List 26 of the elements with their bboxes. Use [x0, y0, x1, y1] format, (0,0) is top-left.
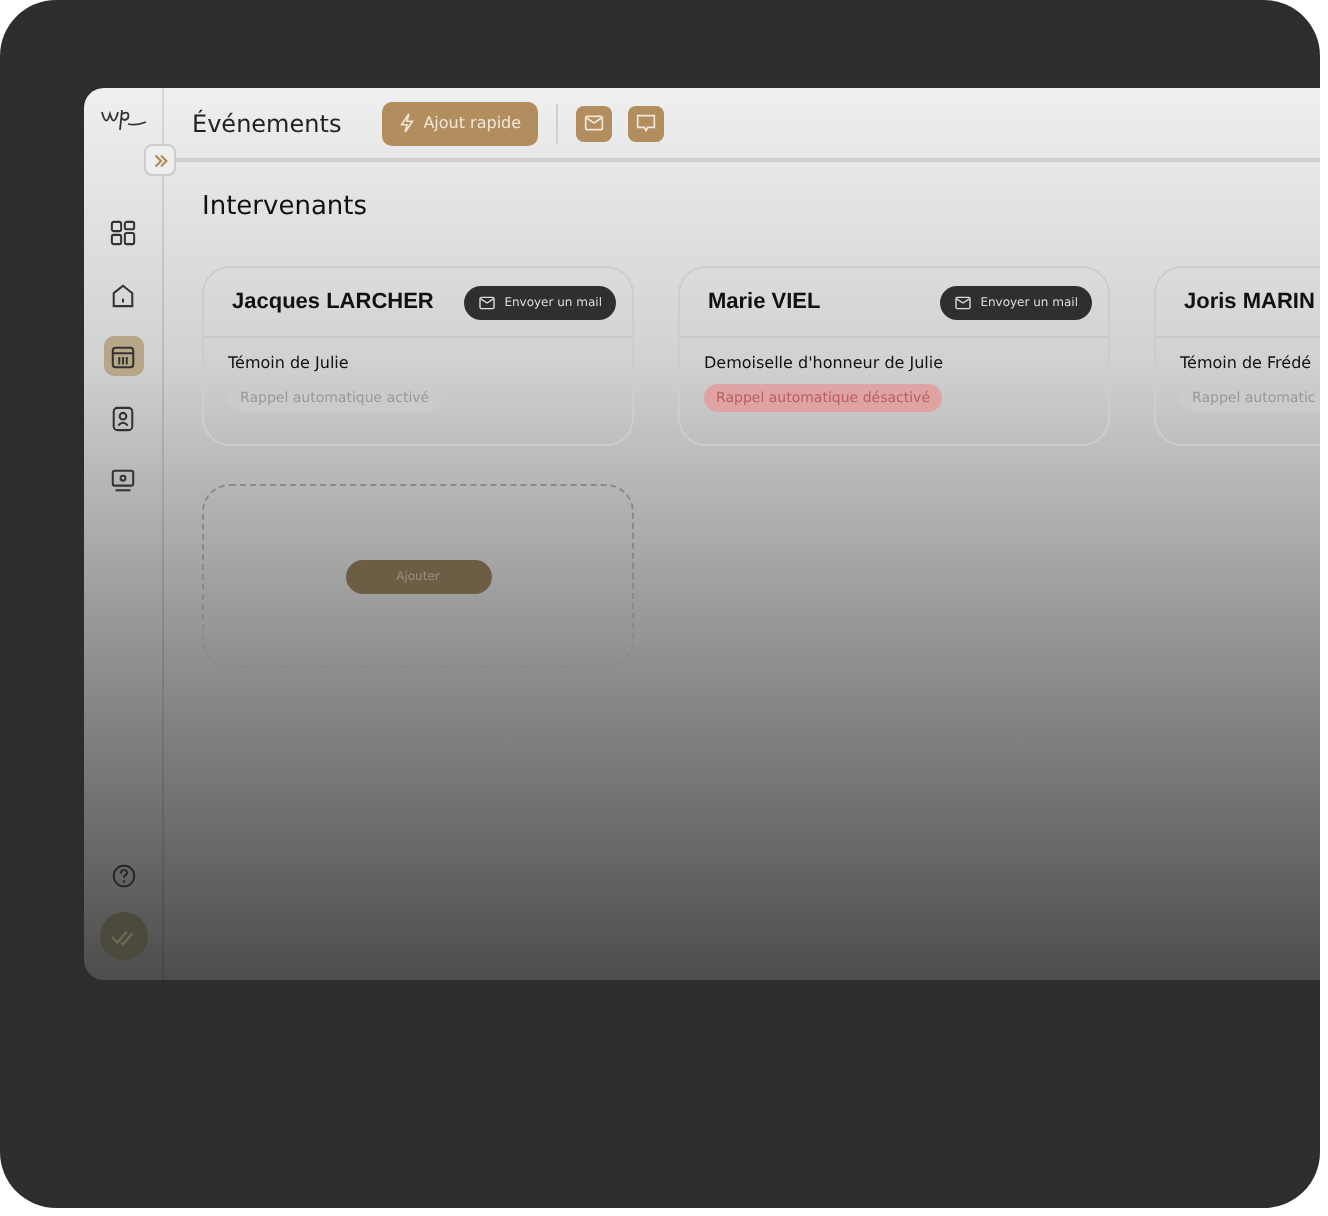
contact-icon: [110, 405, 136, 431]
chat-icon: [635, 113, 656, 133]
speaker-role: Témoin de Frédé: [1180, 354, 1312, 372]
help-icon[interactable]: [111, 864, 135, 888]
speaker-name: Joris MARIN: [1184, 290, 1315, 314]
chat-button[interactable]: [627, 105, 664, 141]
logo-icon: [99, 104, 147, 132]
expand-button[interactable]: [144, 144, 176, 176]
mail-button[interactable]: [575, 105, 612, 141]
nav-calendar-button[interactable]: [103, 336, 143, 376]
speaker-role: Témoin de Julie: [228, 354, 349, 372]
speaker-name: Marie VIEL: [708, 290, 821, 314]
home-icon: [110, 281, 136, 307]
calendar-icon: [110, 343, 136, 369]
section-title: Intervenants: [202, 192, 370, 222]
mail-icon: [954, 295, 973, 309]
speaker-name: Jacques LARCHER: [232, 290, 434, 314]
mail-icon: [478, 295, 497, 309]
check-button[interactable]: [99, 912, 147, 960]
mail-icon: [583, 114, 604, 132]
monitor-icon: [110, 467, 136, 493]
page-title: Événements: [192, 109, 342, 137]
grid-icon: [110, 219, 136, 245]
lightning-icon: [397, 112, 416, 134]
chevron-icon: [151, 151, 169, 169]
speaker-role: Demoiselle d'honneur de Julie: [704, 354, 944, 372]
